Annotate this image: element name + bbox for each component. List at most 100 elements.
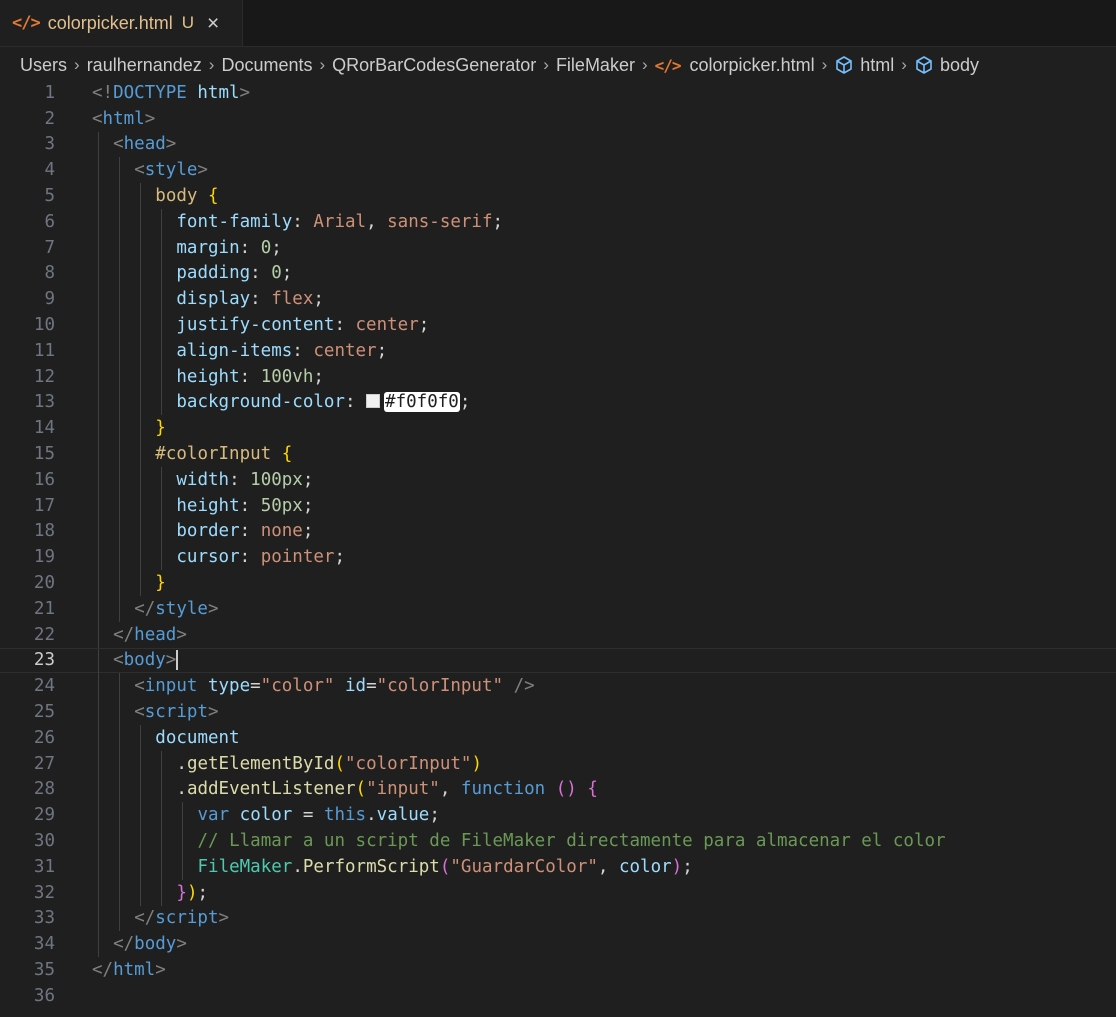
indent-guide [140, 467, 141, 493]
code-line[interactable]: 12 height: 100vh; [0, 363, 1116, 390]
color-swatch-icon[interactable] [366, 394, 381, 409]
code-token: #f0f0f0 [384, 392, 460, 413]
code-line[interactable]: 13 background-color: #f0f0f0; [0, 389, 1116, 416]
code-text: display: flex; [176, 289, 324, 309]
breadcrumb-item-body[interactable]: body [914, 55, 979, 76]
code-token: value [376, 805, 430, 826]
code-text: </body> [113, 934, 187, 954]
code-line[interactable]: 27 .getElementById("colorInput") [0, 750, 1116, 777]
code-token: align-items [176, 340, 293, 361]
code-token: document [155, 727, 240, 748]
code-line[interactable]: 33 </script> [0, 905, 1116, 932]
breadcrumb-item-users[interactable]: Users [20, 55, 67, 76]
breadcrumb-item-filemaker[interactable]: FileMaker [556, 55, 635, 76]
line-number: 35 [33, 960, 55, 981]
breadcrumb-item-colorpicker-html[interactable]: </> colorpicker.html [655, 55, 815, 76]
code-line[interactable]: 15 #colorInput { [0, 441, 1116, 467]
code-token: FileMaker [197, 856, 293, 877]
code-line[interactable]: 21 </style> [0, 596, 1116, 622]
line-number: 5 [44, 186, 55, 207]
code-token: style [155, 598, 208, 619]
code-token: html [197, 82, 240, 103]
code-line[interactable]: 32}); [0, 879, 1116, 906]
indent-guide [98, 415, 99, 442]
indent-guide [98, 570, 99, 596]
breadcrumb-label: colorpicker.html [689, 54, 815, 75]
indent-guide [98, 648, 99, 675]
close-icon[interactable]: × [207, 13, 219, 34]
code-line[interactable]: 2 <html> [0, 106, 1116, 132]
code-line[interactable]: 24 <input type="color" id="colorInput" /> [0, 673, 1116, 700]
indent-guide [161, 209, 162, 235]
breadcrumb-label: Documents [221, 54, 313, 75]
indent-guide [119, 415, 120, 442]
code-token: ; [429, 805, 440, 826]
code-line[interactable]: 5 body { [0, 183, 1116, 209]
code-line[interactable]: 28 .addEventListener("input", function ()… [0, 776, 1116, 803]
code-token: > [197, 160, 208, 181]
code-line[interactable]: 6 font-family: Arial, sans-serif; [0, 209, 1116, 235]
indent-guide [161, 338, 162, 364]
code-line[interactable]: 26 document [0, 725, 1116, 751]
code-token: 100px [250, 469, 303, 490]
breadcrumb-item-qrorbarcodesgenerator[interactable]: QRorBarCodesGenerator [332, 55, 536, 76]
breadcrumb-item-raulhernandez[interactable]: raulhernandez [87, 55, 202, 76]
indent-guide [182, 854, 183, 880]
indent-guide [98, 802, 99, 829]
code-line[interactable]: 35 </html> [0, 957, 1116, 983]
code-line[interactable]: 36 [0, 983, 1116, 1009]
code-text: <html> [92, 109, 155, 129]
breadcrumb-item-documents[interactable]: Documents [221, 55, 312, 76]
code-token: < [134, 676, 145, 697]
code-line[interactable]: 17 height: 50px; [0, 492, 1116, 519]
code-editor[interactable]: 1 <!DOCTYPE html> 2 <html> 3 <head> 4 <style> 5 b… [0, 80, 1116, 1017]
code-line[interactable]: 16 width: 100px; [0, 467, 1116, 493]
code-line[interactable]: 30 // Llamar a un script de FileMaker dir… [0, 828, 1116, 854]
breadcrumb-separator-icon: › [641, 55, 648, 74]
code-line[interactable]: 18 border: none; [0, 518, 1116, 545]
indent-guide [98, 854, 99, 880]
code-token: ; [197, 882, 209, 903]
code-line[interactable]: 10 justify-content: center; [0, 312, 1116, 338]
code-token: ; [281, 263, 293, 284]
breadcrumb-separator-icon: › [208, 55, 215, 74]
code-line[interactable]: 19 cursor: pointer; [0, 544, 1116, 571]
code-line[interactable]: 23 <body> [0, 647, 1116, 675]
code-line[interactable]: 20} [0, 570, 1116, 596]
code-line[interactable]: 3 <head> [0, 131, 1116, 158]
code-token: , [597, 856, 619, 877]
code-line[interactable]: 8 padding: 0; [0, 260, 1116, 287]
code-line[interactable]: 14} [0, 415, 1116, 442]
code-line[interactable]: 22 </head> [0, 621, 1116, 648]
indent-guide [119, 312, 120, 338]
breadcrumb-item-html[interactable]: html [834, 55, 894, 76]
code-line[interactable]: 4 <style> [0, 157, 1116, 184]
code-token: html [102, 108, 145, 129]
code-token: var [197, 805, 230, 826]
code-token: : [292, 211, 314, 232]
code-line[interactable]: 1 <!DOCTYPE html> [0, 80, 1116, 106]
code-token: : [334, 315, 356, 336]
code-text: </style> [134, 599, 218, 619]
code-line[interactable]: 31 FileMaker.PerformScript("GuardarColor"… [0, 854, 1116, 880]
code-token: /> [513, 676, 535, 697]
code-line[interactable]: 7 margin: 0; [0, 234, 1116, 261]
code-line[interactable]: 11 align-items: center; [0, 338, 1116, 364]
code-line[interactable]: 9 display: flex; [0, 286, 1116, 313]
code-line[interactable]: 25 <script> [0, 699, 1116, 725]
code-token: </ [134, 908, 156, 929]
code-token: sans-serif [387, 211, 493, 232]
code-token: : [250, 289, 272, 310]
line-number: 6 [44, 211, 55, 232]
indent-guide [119, 854, 120, 880]
code-line[interactable]: 29 var color = this.value; [0, 802, 1116, 829]
tab-colorpicker-html[interactable]: </> colorpicker.html U × [0, 0, 243, 46]
symbol-element-icon [914, 55, 934, 75]
indent-guide [161, 544, 162, 571]
code-line[interactable]: 34 </body> [0, 931, 1116, 958]
code-token: } [155, 573, 166, 594]
git-status-badge: U [181, 13, 195, 32]
